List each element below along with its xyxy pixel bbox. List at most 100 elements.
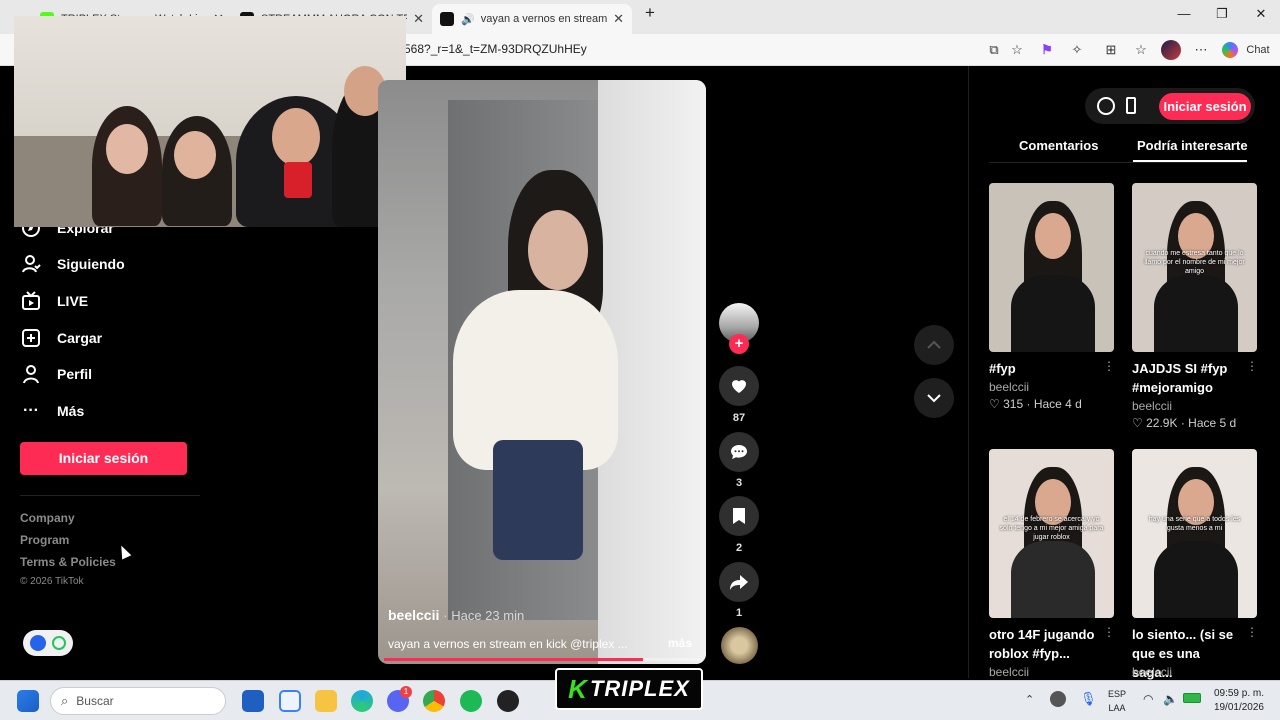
video-thumbnail[interactable]: el 14 de febrero se acerca y yo solo ten… [989, 449, 1114, 618]
power-icon [52, 636, 67, 650]
wifi-icon[interactable]: ◠ [1143, 692, 1153, 706]
sidebar-item-mas[interactable]: ··· Más [20, 397, 84, 425]
video-age: Hace 5 d [1188, 416, 1237, 430]
snipping-tool-icon[interactable] [279, 690, 301, 712]
save-button[interactable] [719, 496, 759, 536]
tray-app-icon[interactable] [1050, 691, 1066, 707]
share-button[interactable] [719, 562, 759, 602]
volume-icon[interactable]: 🔈 [1163, 692, 1178, 706]
video-card[interactable]: el 14 de febrero se acerca y yo solo ten… [989, 449, 1115, 679]
sidebar-item-label: LIVE [57, 293, 89, 309]
more-vertical-icon[interactable]: ⋮ [1246, 359, 1258, 373]
previous-video-button[interactable] [914, 325, 954, 365]
like-count: 315 [1003, 397, 1024, 411]
chevron-up-icon[interactable]: ⌃ [1025, 693, 1034, 706]
more-dots-icon[interactable]: ⋯ [1192, 41, 1210, 59]
close-icon[interactable]: ✕ [613, 11, 624, 27]
tabs-divider [989, 162, 1247, 163]
video-thumbnail[interactable] [989, 183, 1114, 352]
file-explorer-icon[interactable] [315, 690, 337, 712]
next-video-button[interactable] [914, 378, 954, 418]
video-age: Hace 4 d [1033, 397, 1082, 411]
copilot-icon[interactable] [1222, 42, 1238, 58]
more-dots-icon: ··· [23, 402, 39, 419]
sidebar-item-siguiendo[interactable]: Siguiendo [20, 250, 125, 278]
windows-start-icon[interactable] [17, 690, 39, 712]
spotify-icon[interactable] [460, 690, 482, 712]
close-icon[interactable]: ✕ [413, 11, 424, 27]
video-card-title[interactable]: JAJDJS SI #fyp #mejoramigo [1132, 359, 1242, 397]
video-card-author[interactable]: beelccii [989, 665, 1029, 679]
chrome-icon[interactable] [423, 690, 445, 712]
video-card-title[interactable]: #fyp [989, 359, 1099, 378]
favorites-icon[interactable]: ☆ [1132, 41, 1150, 59]
favorite-star-icon[interactable]: ☆ [1008, 41, 1026, 59]
widgets-icon[interactable] [242, 690, 264, 712]
more-vertical-icon[interactable]: ⋮ [1103, 359, 1115, 373]
video-thumbnail[interactable]: cuando me estresa tanto que lo llamo por… [1132, 183, 1257, 352]
chat-label[interactable]: Chat [1243, 41, 1273, 59]
tab-vayan-a-vernos[interactable]: 🔊 vayan a vernos en stream en kick ✕ [432, 4, 632, 34]
battery-icon[interactable] [1183, 693, 1201, 703]
microphone-icon[interactable]: 🎙 [1080, 691, 1097, 707]
sidebar-item-cargar[interactable]: Cargar [20, 324, 102, 352]
url-field[interactable]: 568?_r=1&_t=ZM-93DRQZUhHEy [404, 42, 587, 56]
obs-icon[interactable] [497, 690, 519, 712]
window-close-icon[interactable]: ✕ [1249, 6, 1273, 22]
edge-browser-icon[interactable] [351, 690, 373, 712]
like-button[interactable] [719, 366, 759, 406]
heart-outline-icon: ♡ [1132, 416, 1143, 430]
speaker-icon[interactable]: 🔊 [461, 13, 475, 26]
comment-button[interactable] [719, 432, 759, 472]
footer-link-company[interactable]: Company [20, 511, 75, 525]
video-card-title[interactable]: otro 14F jugando roblox #fyp... [989, 625, 1099, 663]
compass-icon[interactable] [1097, 97, 1115, 115]
login-button[interactable]: Iniciar sesión [20, 442, 187, 475]
music-disc[interactable] [721, 627, 758, 664]
system-clock[interactable]: 09:59 p. m. 19/01/2026 [1204, 687, 1264, 715]
author-name[interactable]: beelccii [388, 607, 439, 623]
video-card-author[interactable]: beelccii [1132, 399, 1172, 413]
minimize-icon[interactable]: — [1172, 6, 1196, 21]
extension-badge[interactable] [23, 630, 73, 656]
video-thumbnail[interactable]: hay una serie que a todos les gusta meno… [1132, 449, 1257, 618]
sidebar-item-perfil[interactable]: Perfil [20, 360, 92, 388]
video-card-author[interactable]: beelccii [1132, 665, 1172, 679]
more-vertical-icon[interactable]: ⋮ [1103, 625, 1115, 639]
language-indicator[interactable]: ESP LAA [1105, 687, 1129, 715]
tab-comentarios[interactable]: Comentarios [1019, 138, 1098, 153]
more-vertical-icon[interactable]: ⋮ [1246, 625, 1258, 639]
person-1-face [106, 124, 148, 174]
video-card[interactable]: cuando me estresa tanto que lo llamo por… [1132, 183, 1258, 443]
new-tab-icon[interactable]: + [638, 3, 662, 23]
video-progress-bar[interactable] [384, 658, 700, 661]
extensions-icon[interactable]: ✧ [1068, 41, 1086, 59]
person-3-face [272, 108, 320, 166]
video-card-author[interactable]: beelccii [989, 380, 1029, 394]
thumb-overlay-text: el 14 de febrero se acerca y yo solo ten… [999, 516, 1104, 541]
sidebar-item-live[interactable]: LIVE [20, 287, 88, 315]
thumb-body [1011, 275, 1095, 352]
video-card[interactable]: #fyp ⋮ beelccii ♡ 315 · Hace 4 d [989, 183, 1115, 423]
maximize-icon[interactable]: ❐ [1210, 6, 1234, 22]
save-count: 2 [735, 542, 743, 554]
twitch-extension-icon[interactable]: ⚑ [1038, 41, 1056, 59]
taskbar-search[interactable]: ⌕ Buscar [50, 687, 226, 715]
follow-plus-icon[interactable]: + [729, 334, 749, 354]
phone-icon[interactable] [1126, 97, 1136, 114]
split-screen-icon[interactable]: ⊞ [1102, 41, 1120, 59]
video-card[interactable]: hay una serie que a todos les gusta meno… [1132, 449, 1258, 680]
footer-link-terms[interactable]: Terms & Policies [20, 555, 116, 569]
more-button[interactable]: más [668, 636, 692, 650]
open-app-icon[interactable]: ⧉ [985, 41, 1003, 59]
footer-link-program[interactable]: Program [20, 533, 69, 547]
tab-podria-interesarte[interactable]: Podría interesarte [1137, 138, 1248, 153]
login-button-top[interactable]: Iniciar sesión [1159, 93, 1251, 120]
profile-avatar[interactable] [1161, 40, 1181, 60]
logo-k: K [568, 673, 588, 704]
video-player[interactable]: beelccii · Hace 23 min vayan a vernos en… [378, 80, 706, 664]
thumb-overlay-text: hay una serie que a todos les gusta meno… [1148, 516, 1241, 532]
thumb-body [1154, 275, 1238, 352]
video-author[interactable]: beelccii · Hace 23 min [388, 607, 524, 623]
video-subject-jeans [493, 440, 583, 560]
